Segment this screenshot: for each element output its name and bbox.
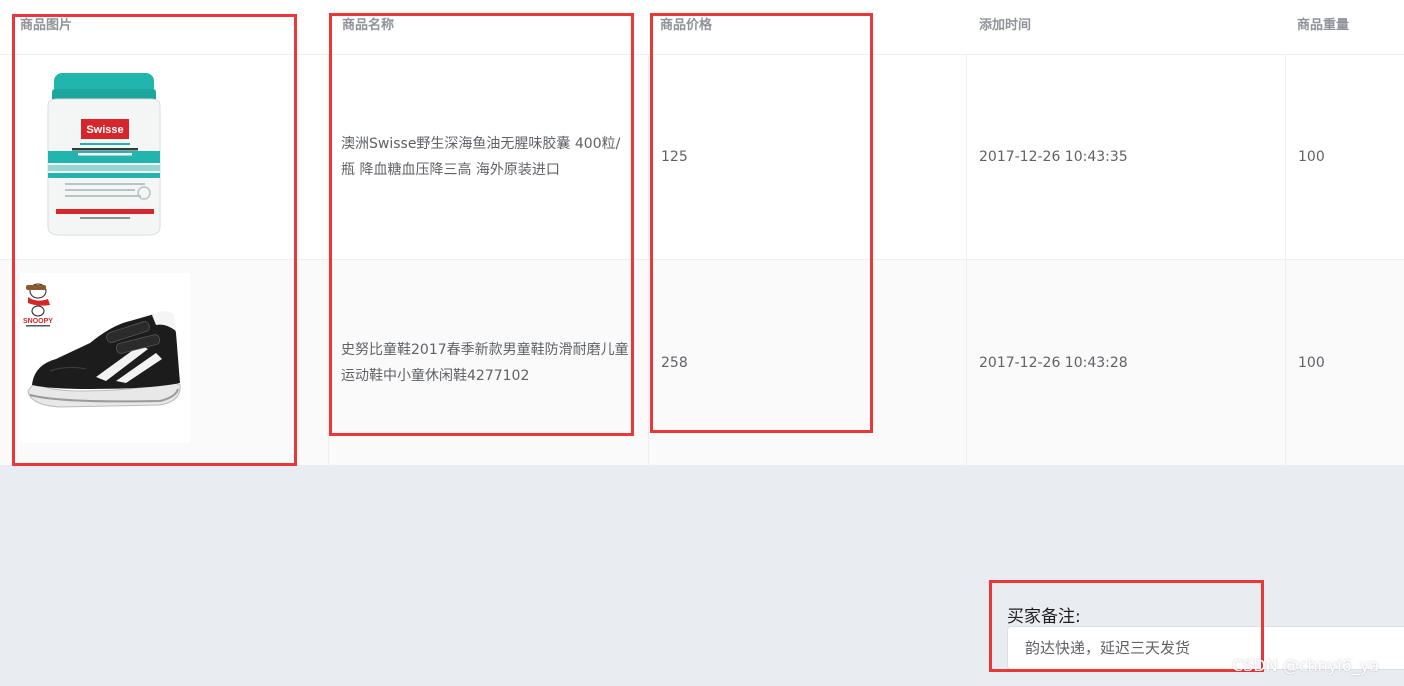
product-price: 258 [661, 354, 688, 371]
brand-label: Swisse [86, 124, 123, 136]
product-name: 史努比童鞋2017春季新款男童鞋防滑耐磨儿童运动鞋中小童休闲鞋4277102 [341, 341, 629, 384]
product-weight: 100 [1298, 354, 1325, 371]
weight-cell: 100 [1286, 55, 1404, 259]
snoopy-kids-shoe-image[interactable]: SNOOPY [20, 273, 190, 443]
product-name: 澳洲Swisse野生深海鱼油无腥味胶囊 400粒/瓶 降血糖血压降三高 海外原装… [341, 136, 621, 178]
header-added-time[interactable]: 添加时间 [967, 0, 1286, 54]
header-product-image[interactable]: 商品图片 [0, 0, 329, 54]
table-header: 商品图片 商品名称 商品价格 添加时间 商品重量 [0, 0, 1404, 55]
header-product-name[interactable]: 商品名称 [329, 0, 649, 54]
image-cell: Swisse [0, 55, 329, 259]
product-weight: 100 [1298, 149, 1325, 165]
time-cell: 2017-12-26 10:43:28 [967, 260, 1286, 465]
header-product-weight[interactable]: 商品重量 [1286, 0, 1404, 54]
name-cell: 史努比童鞋2017春季新款男童鞋防滑耐磨儿童运动鞋中小童休闲鞋4277102 [329, 260, 649, 465]
added-time: 2017-12-26 10:43:28 [979, 354, 1128, 371]
header-product-price[interactable]: 商品价格 [649, 0, 967, 54]
brand-label: SNOOPY [23, 318, 53, 325]
table-row[interactable]: Swisse 澳洲Swisse野生深海鱼油无腥味胶囊 400粒/瓶 降血糖血压降… [0, 55, 1404, 260]
price-cell: 125 [649, 55, 967, 259]
time-cell: 2017-12-26 10:43:35 [967, 55, 1286, 259]
added-time: 2017-12-26 10:43:35 [979, 149, 1128, 165]
product-price: 125 [661, 149, 688, 165]
price-cell: 258 [649, 260, 967, 465]
watermark: CSDN @chnyi6_ya [1232, 656, 1380, 675]
table-row[interactable]: SNOOPY 史努比童鞋2017春季新款男童鞋防滑耐磨儿童运动鞋中小童休闲鞋42… [0, 260, 1404, 465]
name-cell: 澳洲Swisse野生深海鱼油无腥味胶囊 400粒/瓶 降血糖血压降三高 海外原装… [329, 55, 649, 259]
buyer-remark-label: 买家备注: [1007, 607, 1081, 627]
image-cell: SNOOPY [0, 260, 329, 465]
fish-oil-bottle-image[interactable]: Swisse [20, 69, 190, 237]
weight-cell: 100 [1286, 260, 1404, 465]
product-table: 商品图片 商品名称 商品价格 添加时间 商品重量 Swisse 澳洲Swisse… [0, 0, 1404, 465]
